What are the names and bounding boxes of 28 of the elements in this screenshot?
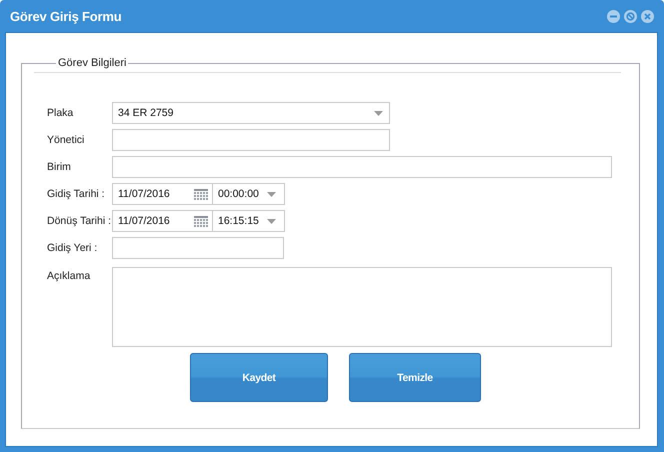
field-label: Gidiş Tarihi : xyxy=(47,188,105,200)
restore-icon[interactable] xyxy=(624,10,637,22)
field-label: Plaka xyxy=(47,107,74,119)
text-field[interactable] xyxy=(112,156,612,178)
caret-icon xyxy=(267,218,276,224)
time-dropdown[interactable]: 00:00:00 xyxy=(213,183,285,205)
plate-dropdown[interactable]: 34 ER 2759 xyxy=(112,102,390,124)
description-field[interactable] xyxy=(112,267,612,347)
calendar-icon[interactable] xyxy=(194,216,208,226)
save-button[interactable]: Kaydet xyxy=(190,353,328,402)
date-field[interactable]: 11/07/2016 xyxy=(112,210,213,232)
time-dropdown[interactable]: 16:15:15 xyxy=(213,210,285,232)
text-field[interactable] xyxy=(112,129,390,151)
window-title: Görev Giriş Formu xyxy=(10,8,122,24)
calendar-icon[interactable] xyxy=(194,188,208,200)
clear-button[interactable]: Temizle xyxy=(349,353,481,402)
caret-icon xyxy=(267,192,276,196)
field-label: Açıklama xyxy=(47,270,90,282)
field-label: Birim xyxy=(47,161,71,173)
group-legend: Görev Bilgileri xyxy=(56,57,128,69)
field-label: Dönüş Tarihi : xyxy=(47,215,112,227)
field-label: Yönetici xyxy=(47,134,84,146)
minimize-icon[interactable] xyxy=(607,10,620,22)
text-field[interactable] xyxy=(112,237,284,259)
caret-icon xyxy=(374,110,383,116)
field-label: Gidiş Yeri : xyxy=(47,242,98,254)
close-icon[interactable] xyxy=(641,10,654,22)
date-field[interactable]: 11/07/2016 xyxy=(112,183,213,205)
